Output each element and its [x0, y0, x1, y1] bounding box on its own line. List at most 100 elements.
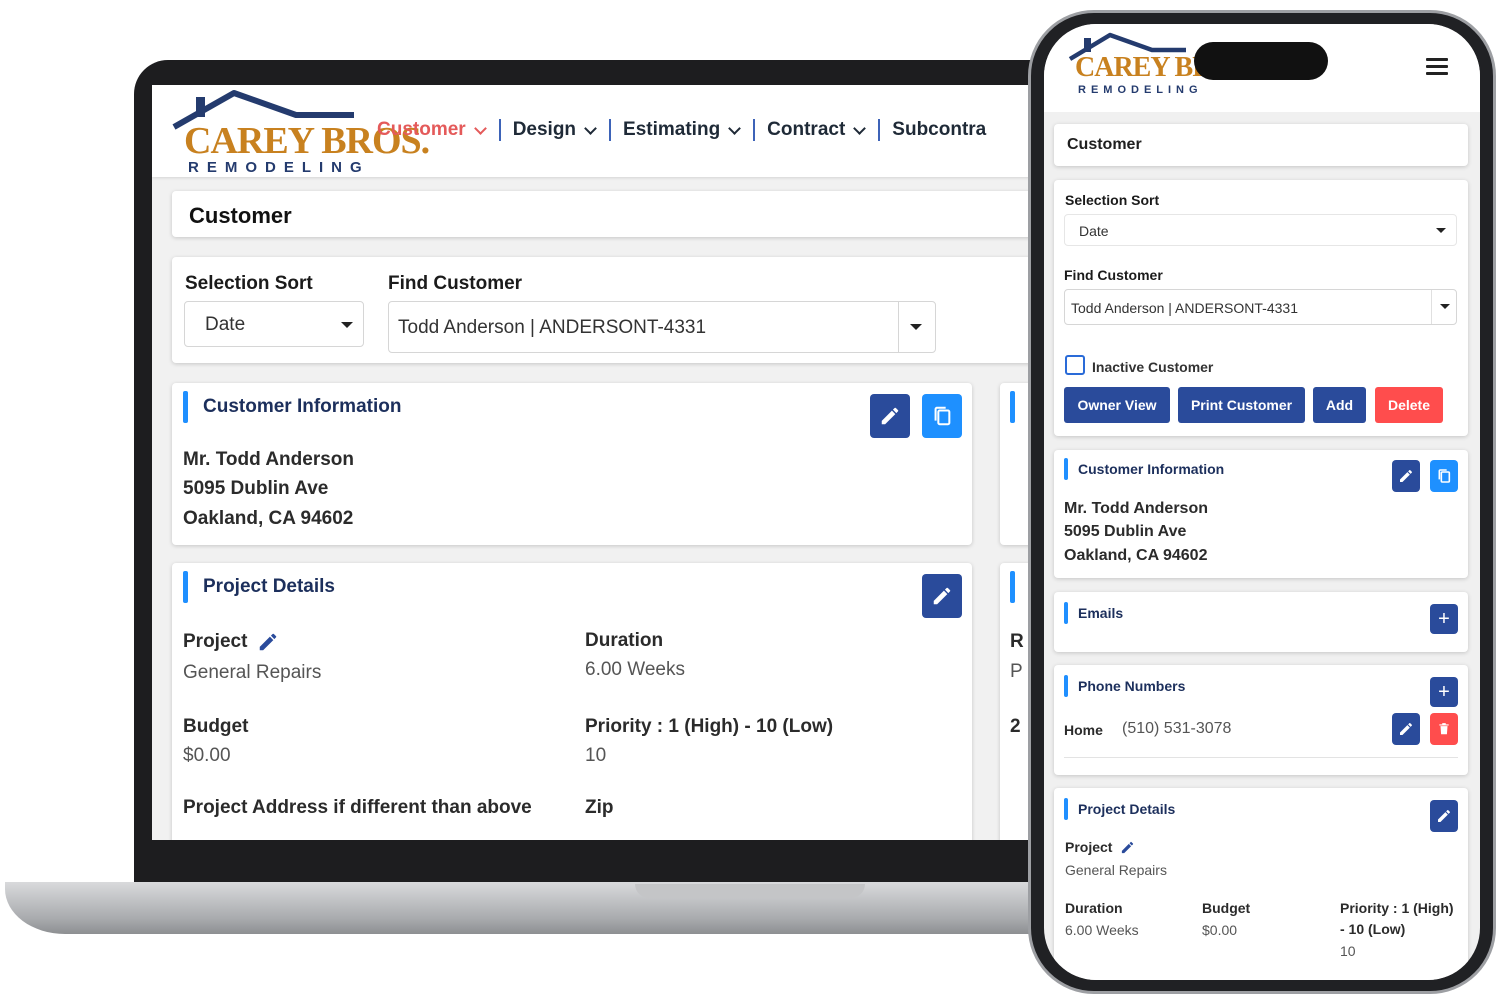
phone-numbers-header: Phone Numbers	[1064, 675, 1185, 697]
chevron-down-icon	[728, 121, 742, 135]
section-accent-bar	[183, 571, 188, 603]
chevron-down-icon	[853, 121, 867, 135]
find-customer-select[interactable]: Todd Anderson | ANDERSONT-4331	[388, 301, 936, 353]
brand-logo[interactable]: CAREY BROS. REMODELING	[172, 89, 430, 176]
customer-info-card: Customer Information Mr. Todd Anderson 5…	[172, 383, 972, 545]
brand-logo[interactable]: CAREY BROS. REMODELING	[1068, 32, 1254, 102]
nav-subcontract[interactable]: Subcontra	[892, 119, 986, 141]
nav-contract[interactable]: Contract	[767, 119, 878, 141]
inactive-customer-label: Inactive Customer	[1092, 359, 1214, 375]
nav-customer[interactable]: Customer	[377, 119, 499, 141]
project-details-card: Project Details Project General Repairs …	[172, 563, 972, 840]
edit-project-button[interactable]	[1430, 800, 1458, 832]
project-details-card: Project Details Project General Repairs …	[1054, 788, 1468, 980]
find-customer-select[interactable]: Todd Anderson | ANDERSONT-4331	[1064, 289, 1457, 325]
top-navbar: CAREY BROS. REMODELING Customer Design E…	[152, 85, 1032, 177]
dynamic-island	[1194, 42, 1328, 80]
laptop-screen: CAREY BROS. REMODELING Customer Design E…	[152, 85, 1032, 840]
selection-sort-select[interactable]: Date	[184, 301, 364, 347]
brand-tagline: REMODELING	[188, 159, 370, 176]
section-accent-bar	[1064, 798, 1068, 820]
customer-name: Mr. Todd Anderson	[183, 449, 354, 470]
duration-value: 6.00 Weeks	[585, 659, 685, 680]
print-customer-button[interactable]: Print Customer	[1178, 387, 1305, 423]
priority-label-line2: - 10 (Low)	[1340, 921, 1406, 937]
laptop-base	[5, 882, 1105, 934]
selection-sort-value: Date	[205, 314, 246, 335]
nav-design[interactable]: Design	[513, 119, 609, 141]
selection-sort-value: Date	[1079, 223, 1109, 239]
phone-screen: CAREY BROS. REMODELING Customer Selectio…	[1044, 24, 1480, 980]
caret-down-icon	[910, 324, 922, 330]
budget-label: Budget	[183, 716, 249, 737]
project-address-label: Project Address if different than above	[183, 797, 532, 818]
laptop-notch	[635, 884, 865, 898]
filter-card: Selection Sort Date Find Customer Todd A…	[172, 257, 1032, 363]
priority-label-line1: Priority : 1 (High)	[1340, 900, 1454, 916]
phone-numbers-card: Phone Numbers + Home (510) 531-3078	[1054, 665, 1468, 775]
owner-view-button[interactable]: Owner View	[1064, 387, 1170, 423]
section-accent-bar	[1010, 571, 1015, 603]
delete-customer-button[interactable]: Delete	[1375, 387, 1443, 423]
side-card-peek-2: 2	[1010, 716, 1021, 737]
side-card-peek-r: R	[1010, 631, 1024, 652]
customer-city: Oakland, CA 94602	[1064, 547, 1208, 564]
budget-value: $0.00	[183, 745, 231, 766]
delete-phone-button[interactable]	[1430, 713, 1458, 745]
project-value: General Repairs	[1065, 862, 1167, 878]
phone-numbers-heading: Phone Numbers	[1078, 678, 1186, 694]
nav-subcontract-label: Subcontra	[892, 119, 987, 140]
section-accent-bar	[1010, 391, 1015, 423]
section-accent-bar	[1064, 602, 1068, 624]
nav-customer-label: Customer	[377, 119, 466, 140]
customer-street: 5095 Dublin Ave	[183, 478, 329, 499]
mobile-topbar: CAREY BROS. REMODELING	[1044, 24, 1480, 112]
add-customer-button[interactable]: Add	[1313, 387, 1366, 423]
phone-row-divider	[1064, 757, 1458, 758]
inactive-customer-checkbox[interactable]	[1065, 355, 1085, 375]
nav-divider	[753, 119, 756, 141]
hamburger-menu-icon[interactable]	[1426, 58, 1448, 79]
add-email-button[interactable]: +	[1430, 604, 1458, 634]
pencil-icon	[1400, 470, 1412, 482]
pencil-icon	[881, 407, 899, 425]
find-customer-label: Find Customer	[388, 273, 523, 294]
copy-customer-button[interactable]	[922, 394, 962, 438]
zip-label: Zip	[585, 797, 614, 818]
pencil-icon	[1400, 723, 1412, 735]
selection-sort-label: Selection Sort	[185, 273, 313, 294]
chevron-down-icon	[473, 121, 487, 135]
edit-customer-button[interactable]	[1392, 460, 1420, 492]
phone-number: (510) 531-3078	[1122, 720, 1232, 737]
project-details-heading: Project Details	[203, 576, 335, 597]
nav-divider	[609, 119, 612, 141]
copy-customer-button[interactable]	[1430, 460, 1458, 492]
edit-phone-button[interactable]	[1392, 713, 1420, 745]
selection-sort-select[interactable]: Date	[1064, 214, 1457, 246]
laptop-chin	[134, 840, 1134, 885]
nav-estimating-label: Estimating	[623, 119, 721, 140]
copy-icon	[1438, 469, 1451, 483]
customer-city: Oakland, CA 94602	[183, 508, 354, 529]
nav-estimating[interactable]: Estimating	[623, 119, 753, 141]
add-phone-button[interactable]: +	[1430, 677, 1458, 707]
project-details-header: Project Details	[1064, 798, 1175, 820]
project-label-text: Project	[1065, 839, 1113, 855]
pencil-icon[interactable]	[1120, 840, 1135, 855]
caret-down-icon	[1440, 304, 1450, 309]
customer-name: Mr. Todd Anderson	[1064, 500, 1208, 517]
edit-project-button[interactable]	[922, 574, 962, 618]
main-nav: Customer Design Estimating Contract Subc…	[377, 119, 986, 141]
budget-label: Budget	[1202, 900, 1251, 916]
nav-divider	[878, 119, 881, 141]
side-card-peek-p: P	[1010, 661, 1023, 682]
marketing-composite: CAREY BROS. REMODELING Customer Design E…	[0, 0, 1500, 1000]
customer-info-header: Customer Information	[183, 391, 401, 423]
pencil-icon[interactable]	[257, 631, 279, 653]
edit-customer-button[interactable]	[870, 394, 910, 438]
section-accent-bar	[183, 391, 188, 423]
customer-street: 5095 Dublin Ave	[1064, 523, 1187, 540]
duration-label: Duration	[1065, 900, 1123, 916]
emails-heading: Emails	[1078, 605, 1124, 621]
phone-type: Home	[1064, 722, 1103, 738]
